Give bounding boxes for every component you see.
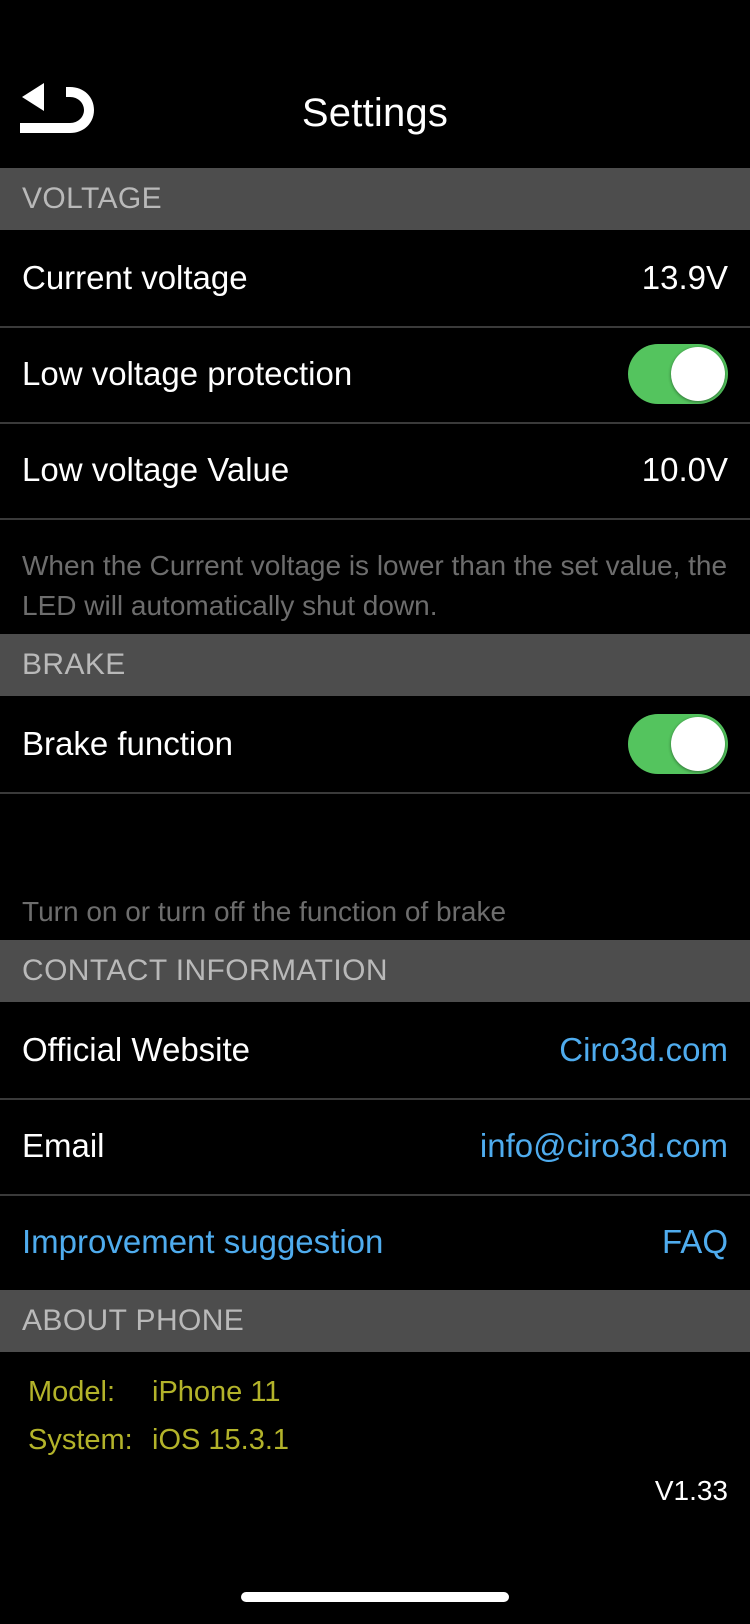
faq-link[interactable]: FAQ [662, 1222, 728, 1262]
row-current-voltage[interactable]: Current voltage 13.9V [0, 230, 750, 326]
settings-screen: Settings VOLTAGE Current voltage 13.9V L… [0, 0, 750, 1624]
toggle-knob [671, 717, 725, 771]
voltage-footnote: When the Current voltage is lower than t… [0, 518, 750, 634]
row-current-voltage-label: Current voltage [22, 259, 248, 296]
about-system-key: System: [28, 1424, 133, 1456]
about-phone-block: Model: iPhone 11 System: iOS 15.3.1 [0, 1352, 750, 1464]
improvement-suggestion-link[interactable]: Improvement suggestion [22, 1222, 383, 1262]
app-version: V1.33 [654, 1475, 728, 1506]
row-email-label: Email [22, 1127, 105, 1164]
row-brake-function[interactable]: Brake function [0, 696, 750, 792]
section-header-voltage: VOLTAGE [0, 168, 750, 230]
section-header-about-phone-label: ABOUT PHONE [22, 1304, 245, 1337]
row-low-voltage-protection[interactable]: Low voltage protection [0, 326, 750, 422]
brake-function-toggle[interactable] [628, 714, 728, 774]
section-header-about-phone: ABOUT PHONE [0, 1290, 750, 1352]
low-voltage-protection-toggle[interactable] [628, 344, 728, 404]
brake-footnote-text: Turn on or turn off the function of brak… [22, 896, 507, 927]
section-header-contact: CONTACT INFORMATION [0, 940, 750, 1002]
bottom-spacer [0, 1508, 750, 1570]
about-model-value: iPhone 11 [152, 1376, 281, 1408]
about-model-key: Model: [28, 1376, 116, 1408]
section-header-voltage-label: VOLTAGE [22, 182, 163, 215]
about-system-value: iOS 15.3.1 [152, 1424, 290, 1456]
section-header-brake: BRAKE [0, 634, 750, 696]
navigation-bar: Settings [0, 0, 750, 168]
about-model-line: Model: iPhone 11 [22, 1368, 728, 1416]
official-website-link[interactable]: Ciro3d.com [559, 1030, 728, 1070]
email-link[interactable]: info@ciro3d.com [480, 1126, 728, 1166]
row-low-voltage-value-label: Low voltage Value [22, 451, 290, 488]
section-header-contact-label: CONTACT INFORMATION [22, 954, 388, 987]
row-official-website-label: Official Website [22, 1031, 251, 1068]
row-official-website[interactable]: Official Website Ciro3d.com [0, 1002, 750, 1098]
about-system-line: System: iOS 15.3.1 [22, 1416, 728, 1464]
voltage-footnote-text: When the Current voltage is lower than t… [22, 550, 728, 621]
row-low-voltage-protection-label: Low voltage protection [22, 355, 353, 392]
page-title: Settings [301, 91, 449, 135]
row-brake-function-label: Brake function [22, 725, 233, 762]
row-low-voltage-value-value: 10.0V [641, 451, 728, 488]
home-indicator[interactable] [241, 1592, 509, 1602]
row-current-voltage-value: 13.9V [641, 259, 728, 296]
toggle-knob [671, 347, 725, 401]
home-indicator-area [0, 1570, 750, 1624]
brake-footnote: Turn on or turn off the function of brak… [0, 792, 750, 940]
row-improvement-suggestion[interactable]: Improvement suggestion FAQ [0, 1194, 750, 1290]
row-email[interactable]: Email info@ciro3d.com [0, 1098, 750, 1194]
section-header-brake-label: BRAKE [22, 648, 126, 681]
row-low-voltage-value[interactable]: Low voltage Value 10.0V [0, 422, 750, 518]
